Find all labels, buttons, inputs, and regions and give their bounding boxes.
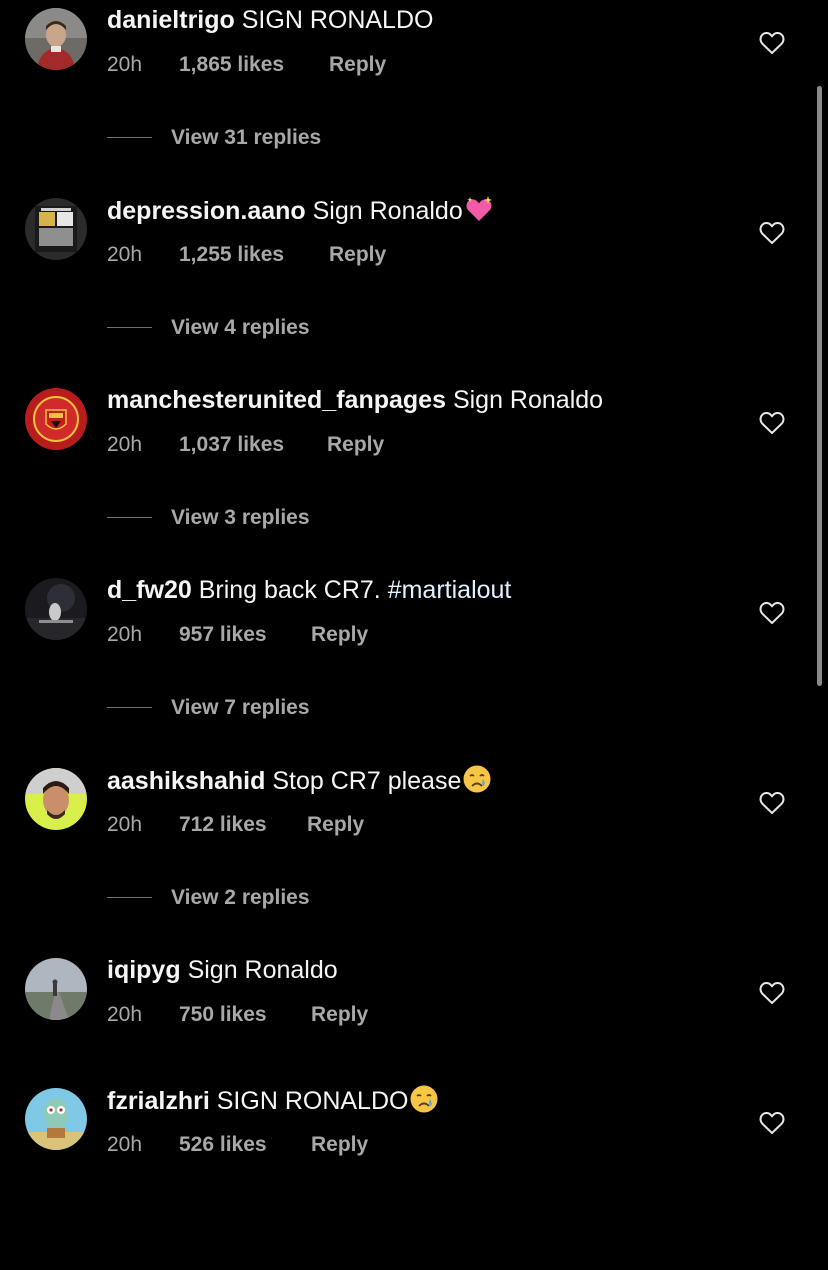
comment-text: Bring back CR7. bbox=[198, 576, 381, 604]
avatar-night-photo-icon bbox=[25, 578, 87, 640]
comment-item: aashikshahid Stop CR7 please 20h 712 lik… bbox=[0, 760, 828, 950]
avatar[interactable] bbox=[25, 198, 87, 260]
avatar-road-photo-icon bbox=[25, 958, 87, 1020]
avatar[interactable] bbox=[25, 768, 87, 830]
comment-time: 20h bbox=[107, 813, 143, 836]
comment-text-line: aashikshahid Stop CR7 please bbox=[107, 764, 492, 797]
sparkling-heart-emoji-icon bbox=[464, 194, 494, 224]
comment-item: d_fw20 Bring back CR7. #martialout 20h 9… bbox=[0, 570, 828, 760]
comment-time: 20h bbox=[107, 623, 143, 646]
username-link[interactable]: d_fw20 bbox=[107, 576, 192, 604]
comment-text: Sign Ronaldo bbox=[312, 197, 463, 225]
scrollbar[interactable] bbox=[817, 86, 822, 686]
like-heart-icon[interactable] bbox=[759, 1111, 785, 1135]
likes-count[interactable]: 1,255 likes bbox=[179, 242, 284, 268]
reply-button[interactable]: Reply bbox=[329, 52, 386, 78]
comment-text: Stop CR7 please bbox=[272, 767, 462, 795]
crying-face-emoji-icon bbox=[462, 764, 492, 794]
crying-face-emoji-icon bbox=[409, 1084, 439, 1114]
replies-divider-line bbox=[107, 327, 152, 328]
replies-divider-line bbox=[107, 517, 152, 518]
username-link[interactable]: danieltrigo bbox=[107, 6, 235, 34]
likes-count[interactable]: 1,037 likes bbox=[179, 432, 284, 458]
comment-text: Sign Ronaldo bbox=[187, 956, 338, 984]
comment-time: 20h bbox=[107, 53, 143, 76]
comment-text: SIGN RONALDO bbox=[241, 6, 434, 34]
like-heart-icon[interactable] bbox=[759, 791, 785, 815]
avatar-club-crest-icon bbox=[25, 388, 87, 450]
likes-count[interactable]: 712 likes bbox=[179, 812, 267, 838]
comment-item: depression.aano Sign Ronaldo 20h 1,255 l… bbox=[0, 190, 828, 380]
comment-item: danieltrigo SIGN RONALDO 20h 1,865 likes… bbox=[0, 0, 828, 190]
reply-button[interactable]: Reply bbox=[307, 812, 364, 838]
comment-text-line: depression.aano Sign Ronaldo bbox=[107, 194, 494, 227]
likes-count[interactable]: 1,865 likes bbox=[179, 52, 284, 78]
avatar-cartoon-icon bbox=[25, 1088, 87, 1150]
avatar-selfie-icon bbox=[25, 768, 87, 830]
comment-text-line: iqipyg Sign Ronaldo bbox=[107, 954, 338, 986]
comment-time: 20h bbox=[107, 1133, 143, 1156]
like-heart-icon[interactable] bbox=[759, 601, 785, 625]
username-link[interactable]: depression.aano bbox=[107, 197, 306, 225]
like-heart-icon[interactable] bbox=[759, 411, 785, 435]
view-replies-label: View 7 replies bbox=[171, 696, 310, 719]
comment-text-line: manchesterunited_fanpages Sign Ronaldo bbox=[107, 384, 603, 416]
username-link[interactable]: fzrialzhri bbox=[107, 1087, 210, 1115]
reply-button[interactable]: Reply bbox=[329, 242, 386, 268]
comment-item: fzrialzhri SIGN RONALDO 20h 526 likes Re… bbox=[0, 1080, 828, 1270]
comment-time: 20h bbox=[107, 433, 143, 456]
comment-text: SIGN RONALDO bbox=[216, 1087, 409, 1115]
username-link[interactable]: aashikshahid bbox=[107, 767, 265, 795]
comment-text-line: d_fw20 Bring back CR7. #martialout bbox=[107, 574, 511, 606]
view-replies-label: View 3 replies bbox=[171, 506, 310, 529]
avatar-photo-person-icon bbox=[25, 8, 87, 70]
replies-divider-line bbox=[107, 707, 152, 708]
comment-text-line: fzrialzhri SIGN RONALDO bbox=[107, 1084, 439, 1117]
avatar[interactable] bbox=[25, 958, 87, 1020]
reply-button[interactable]: Reply bbox=[311, 1002, 368, 1028]
likes-count[interactable]: 957 likes bbox=[179, 622, 267, 648]
replies-divider-line bbox=[107, 897, 152, 898]
view-replies-label: View 4 replies bbox=[171, 316, 310, 339]
comment-time: 20h bbox=[107, 243, 143, 266]
view-replies-label: View 31 replies bbox=[171, 126, 322, 149]
replies-divider-line bbox=[107, 137, 152, 138]
reply-button[interactable]: Reply bbox=[311, 622, 368, 648]
reply-button[interactable]: Reply bbox=[327, 432, 384, 458]
hashtag-link[interactable]: #martialout bbox=[388, 576, 512, 604]
comment-time: 20h bbox=[107, 1003, 143, 1026]
view-replies-label: View 2 replies bbox=[171, 886, 310, 909]
username-link[interactable]: iqipyg bbox=[107, 956, 181, 984]
comment-text: Sign Ronaldo bbox=[452, 386, 604, 414]
username-link[interactable]: manchesterunited_fanpages bbox=[107, 386, 446, 414]
like-heart-icon[interactable] bbox=[759, 981, 785, 1005]
likes-count[interactable]: 750 likes bbox=[179, 1002, 267, 1028]
comment-item: manchesterunited_fanpages Sign Ronaldo 2… bbox=[0, 380, 828, 570]
avatar[interactable] bbox=[25, 388, 87, 450]
comment-text-line: danieltrigo SIGN RONALDO bbox=[107, 4, 433, 36]
avatar[interactable] bbox=[25, 578, 87, 640]
avatar-poster-icon bbox=[25, 198, 87, 260]
likes-count[interactable]: 526 likes bbox=[179, 1132, 267, 1158]
like-heart-icon[interactable] bbox=[759, 221, 785, 245]
like-heart-icon[interactable] bbox=[759, 31, 785, 55]
reply-button[interactable]: Reply bbox=[311, 1132, 368, 1158]
avatar[interactable] bbox=[25, 1088, 87, 1150]
avatar[interactable] bbox=[25, 8, 87, 70]
